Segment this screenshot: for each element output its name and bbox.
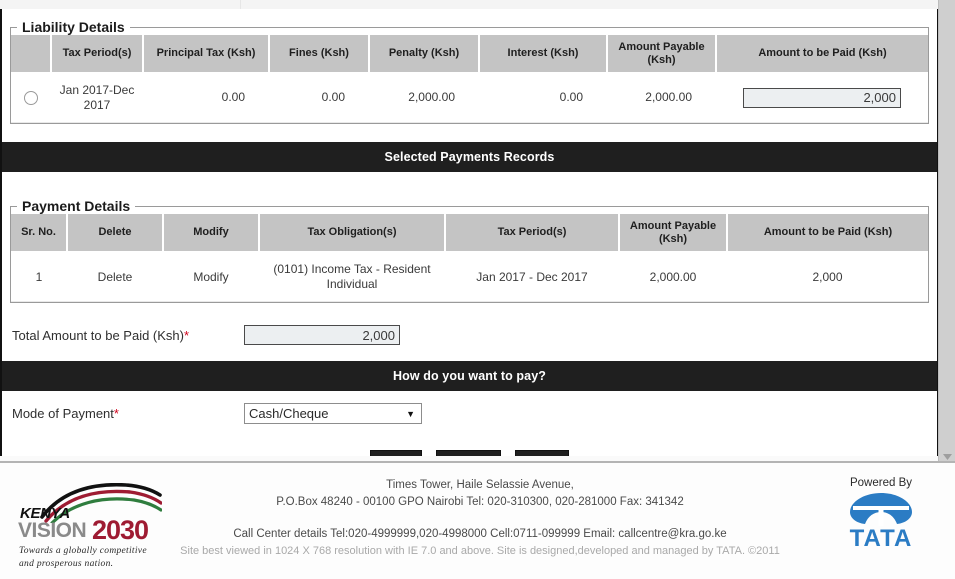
selected-payments-records-bar: Selected Payments Records bbox=[2, 142, 937, 173]
table-row: 1 Delete Modify (0101) Income Tax - Resi… bbox=[11, 251, 928, 303]
payment-cell-amount-payable: 2,000.00 bbox=[619, 251, 727, 303]
payment-col-delete: Delete bbox=[67, 214, 164, 253]
liability-col-fines: Fines (Ksh) bbox=[269, 35, 370, 74]
liability-cell-tax-period: Jan 2017-Dec 2017 bbox=[51, 72, 143, 124]
liability-col-penalty: Penalty (Ksh) bbox=[369, 35, 480, 74]
liability-header-row: Tax Period(s) Principal Tax (Ksh) Fines … bbox=[11, 35, 928, 74]
mode-of-payment-row: Mode of Payment* Cash/Cheque ▼ bbox=[2, 391, 937, 437]
table-row: Jan 2017-Dec 2017 0.00 0.00 2,000.00 0.0… bbox=[11, 72, 928, 124]
liability-details-table: Tax Period(s) Principal Tax (Ksh) Fines … bbox=[11, 35, 928, 124]
clear-button[interactable]: Clear bbox=[515, 450, 570, 456]
liability-col-tax-period: Tax Period(s) bbox=[51, 35, 144, 74]
footer-call-center: Call Center details Tel:020-4999999,020-… bbox=[233, 527, 727, 540]
payment-details-table: Sr. No. Delete Modify Tax Obligation(s) … bbox=[11, 214, 928, 303]
payment-cell-delete: Delete bbox=[67, 251, 163, 303]
footer-contact-block: Times Tower, Haile Selassie Avenue, P.O.… bbox=[170, 477, 790, 559]
liability-col-interest: Interest (Ksh) bbox=[479, 35, 608, 74]
tata-wordmark: TATA bbox=[849, 525, 913, 552]
total-amount-required-mark: * bbox=[183, 327, 190, 343]
payment-col-sr-no: Sr. No. bbox=[11, 214, 68, 253]
total-amount-input[interactable] bbox=[244, 325, 400, 346]
total-amount-row: Total Amount to be Paid (Ksh)* bbox=[2, 315, 937, 356]
back-button[interactable]: Back bbox=[369, 450, 423, 456]
main-content-area: Liability Details Tax Period(s) Principa… bbox=[0, 9, 939, 456]
submit-button[interactable]: Submit bbox=[436, 450, 502, 456]
liability-col-select bbox=[11, 35, 52, 74]
liability-col-amount-to-be-paid: Amount to be Paid (Ksh) bbox=[716, 35, 928, 74]
liability-select-cell bbox=[11, 72, 51, 124]
footer-address-line2: P.O.Box 48240 - 00100 GPO Nairobi Tel: 0… bbox=[276, 496, 684, 509]
powered-by-label: Powered By bbox=[849, 477, 912, 489]
total-amount-label: Total Amount to be Paid (Ksh)* bbox=[12, 328, 244, 343]
delete-row-link[interactable]: Delete bbox=[98, 270, 133, 284]
powered-by-tata-block: Powered By TATA bbox=[825, 477, 937, 553]
liability-cell-penalty: 2,000.00 bbox=[369, 72, 479, 124]
sliver-seam bbox=[240, 0, 241, 9]
payment-cell-modify: Modify bbox=[163, 251, 259, 303]
mode-of-payment-required-mark: * bbox=[113, 406, 119, 422]
payment-details-header-row: Sr. No. Delete Modify Tax Obligation(s) … bbox=[11, 214, 928, 253]
payment-cell-amount-to-be-paid: 2,000 bbox=[727, 251, 928, 303]
payment-col-tax-obligation: Tax Obligation(s) bbox=[259, 214, 446, 253]
liability-details-legend: Liability Details bbox=[22, 19, 125, 35]
liability-cell-interest: 0.00 bbox=[479, 72, 607, 124]
vision-tagline-line2: and prosperous nation. bbox=[19, 558, 114, 569]
mode-of-payment-label-text: Mode of Payment bbox=[12, 406, 114, 422]
payment-details-legend: Payment Details bbox=[22, 198, 131, 215]
payment-col-modify: Modify bbox=[163, 214, 260, 253]
payment-col-tax-period: Tax Period(s) bbox=[445, 214, 620, 253]
liability-cell-amount-payable: 2,000.00 bbox=[607, 72, 716, 124]
vision-logo-tagline: Towards a globally competitive and prosp… bbox=[19, 545, 147, 571]
tata-logo-icon bbox=[850, 493, 912, 526]
mode-of-payment-label: Mode of Payment* bbox=[12, 406, 244, 421]
payment-col-amount-payable: Amount Payable (Ksh) bbox=[619, 214, 728, 253]
vertical-scrollbar[interactable] bbox=[938, 0, 955, 465]
vision-logo-vision-text: VISION bbox=[18, 519, 87, 542]
kenya-vision-2030-logo: KENYA VISION 2030 Towards a globally com… bbox=[16, 483, 166, 569]
payment-cell-sr-no: 1 bbox=[11, 251, 67, 303]
form-actions: Back Submit Clear bbox=[2, 436, 937, 456]
footer-address-line1: Times Tower, Haile Selassie Avenue, bbox=[386, 479, 574, 491]
liability-col-principal-tax: Principal Tax (Ksh) bbox=[143, 35, 270, 74]
liability-radio-wrap bbox=[17, 90, 45, 105]
liability-cell-amount-to-be-paid bbox=[716, 72, 928, 124]
modify-row-link[interactable]: Modify bbox=[193, 270, 228, 284]
total-amount-label-text: Total Amount to be Paid (Ksh) bbox=[12, 327, 184, 343]
vision-logo-year-text: 2030 bbox=[92, 515, 149, 545]
liability-select-radio[interactable] bbox=[24, 90, 38, 105]
payment-cell-tax-period: Jan 2017 - Dec 2017 bbox=[445, 251, 619, 303]
payment-cell-tax-obligation: (0101) Income Tax - Resident Individual bbox=[259, 251, 445, 303]
kra-itax-payment-page: Liability Details Tax Period(s) Principa… bbox=[0, 0, 955, 579]
page-footer: KENYA VISION 2030 Towards a globally com… bbox=[0, 461, 955, 579]
mode-of-payment-select-wrap: Cash/Cheque ▼ bbox=[244, 403, 422, 425]
vision-tagline-line1: Towards a globally competitive bbox=[19, 546, 147, 556]
liability-amount-to-be-paid-input[interactable] bbox=[743, 87, 901, 108]
how-do-you-want-to-pay-bar: How do you want to pay? bbox=[2, 361, 937, 392]
liability-cell-principal-tax: 0.00 bbox=[143, 72, 269, 124]
liability-col-amount-payable: Amount Payable (Ksh) bbox=[607, 35, 717, 74]
liability-cell-fines: 0.00 bbox=[269, 72, 369, 124]
mode-of-payment-select[interactable]: Cash/Cheque bbox=[244, 403, 422, 425]
footer-disclaimer: Site best viewed in 1024 X 768 resolutio… bbox=[180, 544, 780, 557]
payment-col-amount-to-be-paid: Amount to be Paid (Ksh) bbox=[727, 214, 928, 253]
liability-details-group: Liability Details Tax Period(s) Principa… bbox=[10, 19, 929, 125]
payment-details-group: Payment Details Sr. No. Delete Modify Ta… bbox=[10, 198, 929, 304]
